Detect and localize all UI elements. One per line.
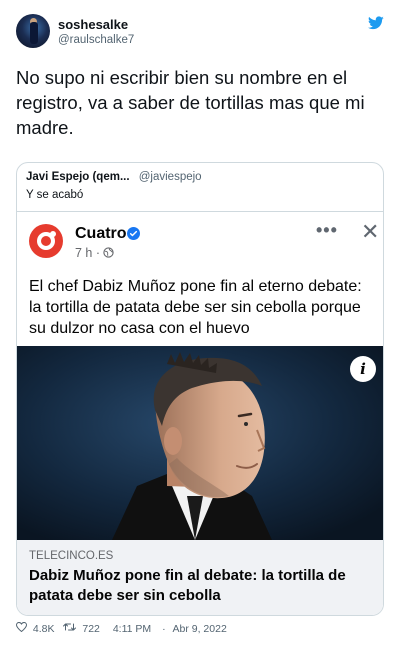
tweet-text: No supo ni escribir bien su nombre en el… [16, 67, 365, 138]
author-handle[interactable]: @raulschalke7 [58, 34, 134, 46]
tweet-header: soshesalke @raulschalke7 [16, 12, 384, 52]
close-icon[interactable]: ✕ [361, 221, 379, 243]
chef-portrait-image [17, 346, 383, 540]
cuatro-logo[interactable] [29, 224, 63, 258]
verified-badge-icon [127, 227, 140, 240]
link-domain: TELECINCO.ES [29, 550, 114, 562]
author-name[interactable]: soshesalke [58, 17, 128, 32]
quoted-header: Javi Espejo (qem... @javiespejo [26, 171, 202, 183]
facebook-post-embed: Cuatro 7 h · ••• ✕ El chef Dabiz Muñoz p… [17, 211, 383, 615]
avatar-figure [30, 22, 38, 44]
heart-icon[interactable] [15, 621, 28, 633]
facebook-post-text: El chef Dabiz Muñoz pone fin al eterno d… [29, 278, 362, 337]
quoted-text: Y se acabó [26, 189, 84, 201]
cuatro-logo-dot [50, 231, 56, 237]
link-preview[interactable]: TELECINCO.ES Dabiz Muñoz pone fin al deb… [17, 540, 383, 615]
quoted-tweet[interactable]: Javi Espejo (qem... @javiespejo Y se aca… [16, 162, 384, 616]
footer-separator: · [162, 623, 166, 636]
tweet-footer: 4.8K 722 4:11 PM · Abr 9, 2022 [15, 621, 227, 638]
tweet-date[interactable]: Abr 9, 2022 [173, 623, 227, 635]
avatar[interactable] [16, 14, 50, 48]
twitter-bird-icon[interactable] [368, 16, 384, 30]
facebook-page-name[interactable]: Cuatro [75, 225, 127, 243]
link-title[interactable]: Dabiz Muñoz pone fin al debate: la torti… [29, 566, 369, 606]
tweet-card: soshesalke @raulschalke7 No supo ni escr… [0, 0, 400, 646]
retweet-count[interactable]: 722 [82, 623, 100, 635]
like-count[interactable]: 4.8K [33, 623, 55, 635]
globe-icon [103, 247, 114, 258]
article-photo[interactable]: i [17, 346, 383, 540]
quoted-author-handle: @javiespejo [138, 171, 202, 183]
tweet-time[interactable]: 4:11 PM [113, 623, 151, 635]
more-options-icon[interactable]: ••• [316, 220, 338, 241]
info-icon[interactable]: i [350, 356, 376, 382]
retweet-icon[interactable] [63, 622, 77, 632]
facebook-post-time[interactable]: 7 h · [75, 246, 100, 260]
quoted-author-name: Javi Espejo (qem... [26, 171, 130, 183]
